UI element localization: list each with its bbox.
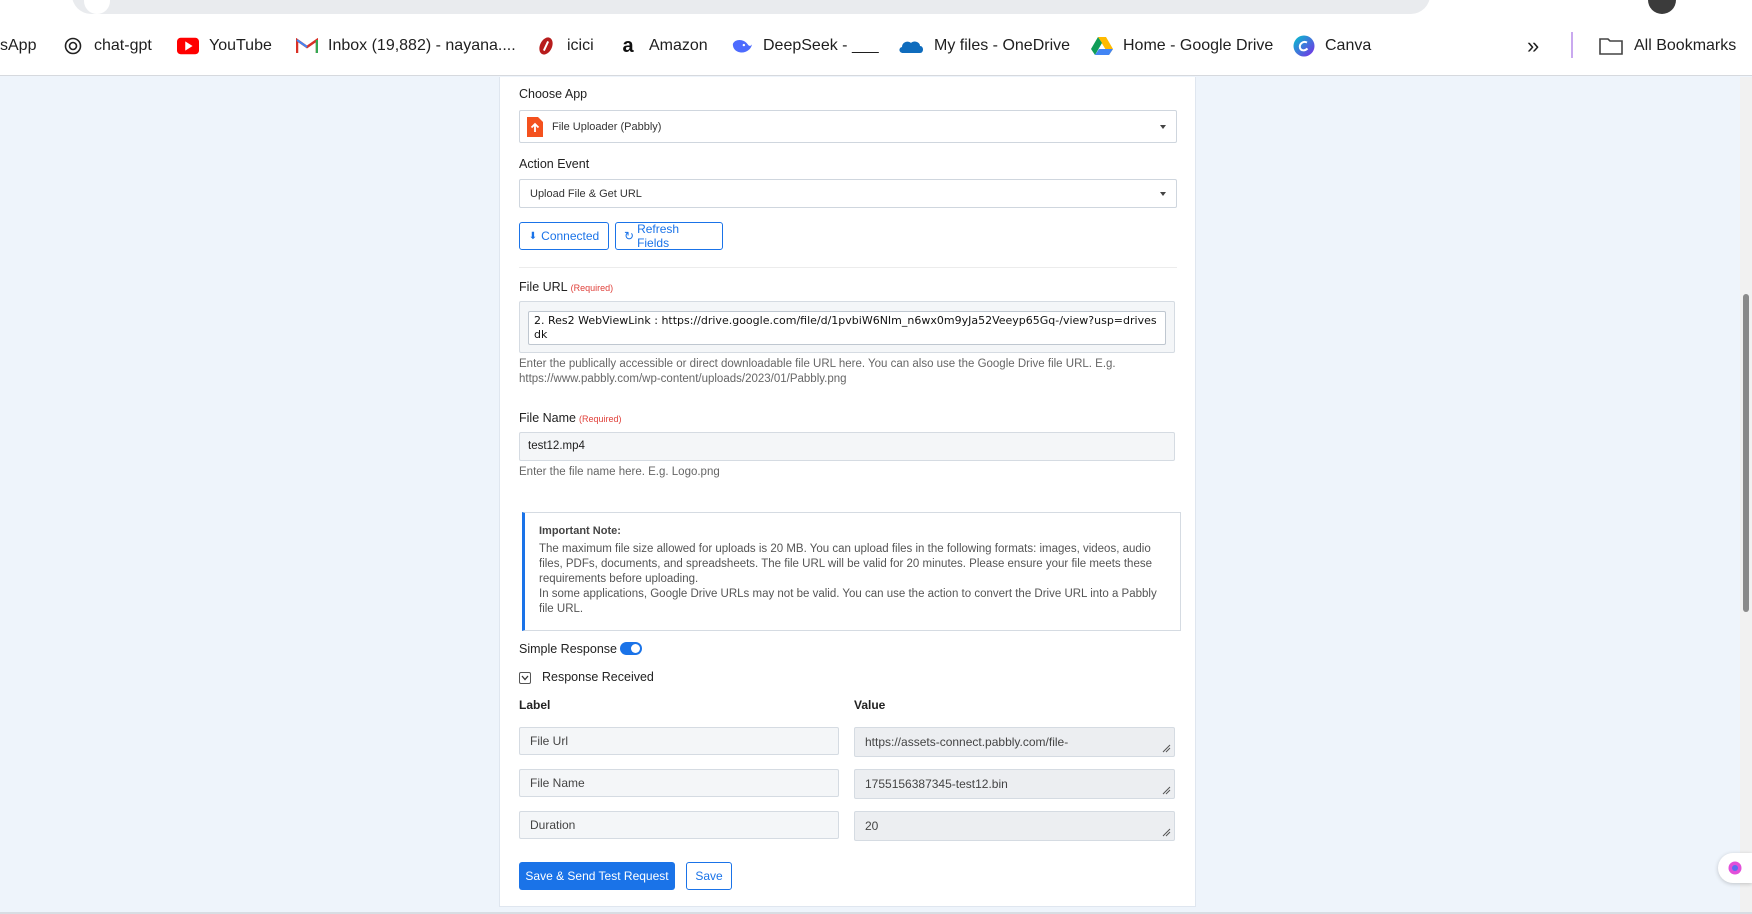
- resize-grip-icon[interactable]: [1162, 786, 1171, 795]
- chevron-down-icon: [1160, 191, 1166, 196]
- toggle-knob: [631, 644, 640, 653]
- chevron-down-icon: [521, 675, 529, 681]
- file-url-label: File URL (Required): [519, 280, 614, 294]
- response-received-toggle[interactable]: [519, 672, 531, 684]
- amazon-icon: a: [622, 34, 634, 57]
- required-marker: (Required): [578, 414, 622, 424]
- section-divider: [519, 267, 1177, 268]
- assistant-widget-button[interactable]: [1718, 853, 1752, 883]
- bookmark-amazon[interactable]: a Amazon: [617, 32, 707, 60]
- google-drive-icon: [1091, 35, 1113, 57]
- chevron-down-icon: [1160, 124, 1166, 129]
- chevron-double-right-icon: »: [1527, 33, 1540, 58]
- chatgpt-icon: [62, 35, 84, 57]
- bookmarks-overflow-button[interactable]: »: [1527, 32, 1539, 60]
- bookmarks-divider: [1571, 32, 1573, 58]
- file-uploader-app-icon: [526, 116, 544, 138]
- address-bar[interactable]: [72, 0, 1430, 14]
- bookmark-onedrive[interactable]: My files - OneDrive: [898, 32, 1070, 60]
- value-column-header: Value: [854, 698, 886, 712]
- action-event-value: Upload File & Get URL: [530, 187, 642, 200]
- label-column-header: Label: [519, 698, 551, 712]
- response-received-label: Response Received: [542, 670, 654, 684]
- save-and-send-test-request-button[interactable]: Save & Send Test Request: [519, 862, 675, 890]
- deepseek-icon: [731, 35, 753, 57]
- response-row-value[interactable]: https://assets-connect.pabbly.com/file-: [854, 727, 1175, 757]
- note-body: The maximum file size allowed for upload…: [539, 543, 1157, 615]
- canva-icon: [1293, 35, 1315, 57]
- bookmark-icici[interactable]: icici: [535, 32, 594, 60]
- bookmark-chat-gpt[interactable]: chat-gpt: [62, 32, 152, 60]
- onedrive-icon: [898, 35, 924, 57]
- response-row-value[interactable]: 1755156387345-test12.bin: [854, 769, 1175, 799]
- youtube-icon: [177, 35, 199, 57]
- refresh-fields-button[interactable]: ↻ Refresh Fields: [615, 222, 723, 250]
- save-button[interactable]: Save: [686, 862, 732, 890]
- file-name-label: File Name (Required): [519, 411, 622, 425]
- resize-grip-icon[interactable]: [1162, 744, 1171, 753]
- file-url-field-wrapper: 2. Res2 WebViewLink : https://drive.goog…: [519, 301, 1175, 353]
- folder-icon: [1598, 35, 1624, 57]
- assistant-icon: [1728, 861, 1742, 875]
- action-event-label: Action Event: [519, 157, 590, 171]
- choose-app-value: File Uploader (Pabbly): [552, 120, 662, 133]
- bookmark-whatsapp[interactable]: sApp: [0, 32, 36, 60]
- required-marker: (Required): [570, 283, 614, 293]
- bookmark-youtube[interactable]: YouTube: [177, 32, 272, 60]
- choose-app-select[interactable]: File Uploader (Pabbly): [519, 110, 1177, 143]
- action-event-select[interactable]: Upload File & Get URL: [519, 179, 1177, 208]
- bookmark-google-drive[interactable]: Home - Google Drive: [1091, 32, 1273, 60]
- page-scrollbar-thumb[interactable]: [1743, 294, 1749, 612]
- response-row-label: File Url: [519, 727, 839, 755]
- bookmark-deepseek[interactable]: DeepSeek - ___: [731, 32, 879, 60]
- connected-button[interactable]: ⬇ Connected: [519, 222, 609, 250]
- icici-icon: [535, 35, 557, 57]
- file-url-help: Enter the publically accessible or direc…: [519, 358, 1116, 385]
- simple-response-label: Simple Response: [519, 642, 617, 656]
- response-row-label: File Name: [519, 769, 839, 797]
- bookmark-gmail[interactable]: Inbox (19,882) - nayana....: [296, 32, 516, 60]
- plug-icon: ⬇: [528, 230, 538, 242]
- choose-app-label: Choose App: [519, 87, 588, 101]
- file-url-input[interactable]: 2. Res2 WebViewLink : https://drive.goog…: [528, 311, 1166, 345]
- response-row-label: Duration: [519, 811, 839, 839]
- file-name-help: Enter the file name here. E.g. Logo.png: [519, 466, 720, 478]
- bookmarks-bar: sApp chat-gpt YouTube Inbox (19,882) - n…: [0, 14, 1752, 76]
- resize-grip-icon[interactable]: [1162, 828, 1171, 837]
- refresh-icon: ↻: [624, 229, 635, 243]
- simple-response-toggle[interactable]: [620, 642, 642, 655]
- note-title: Important Note:: [539, 525, 621, 537]
- file-name-input[interactable]: test12.mp4: [519, 432, 1175, 461]
- response-row-value[interactable]: 20: [854, 811, 1175, 841]
- bookmark-canva[interactable]: Canva: [1293, 32, 1371, 60]
- gmail-icon: [296, 35, 318, 57]
- all-bookmarks-button[interactable]: All Bookmarks: [1598, 32, 1736, 60]
- important-note: Important Note: The maximum file size al…: [522, 512, 1181, 631]
